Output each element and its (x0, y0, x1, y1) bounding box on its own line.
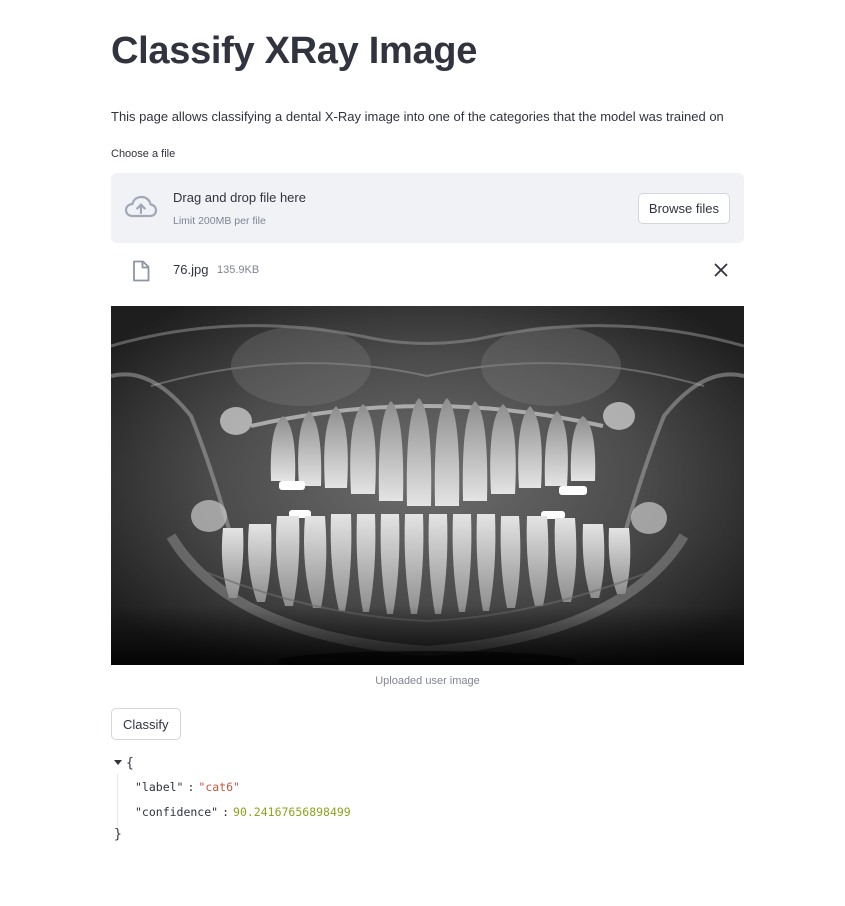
json-key-label: "label" (135, 780, 184, 794)
json-open-brace: { (126, 756, 134, 771)
uploaded-file-size: 135.9KB (217, 264, 260, 276)
json-colon: : (222, 805, 230, 819)
page-title: Classify XRay Image (111, 30, 478, 72)
json-indent-guide (117, 774, 118, 826)
collapse-toggle-icon[interactable] (114, 760, 122, 765)
json-close-brace: } (114, 827, 122, 842)
uploaded-xray-image (111, 306, 744, 665)
dropzone-limit: Limit 200MB per file (173, 215, 266, 227)
cloud-upload-icon (124, 195, 158, 218)
classify-button[interactable]: Classify (111, 708, 181, 740)
file-icon (133, 260, 150, 282)
json-value-label: "cat6" (198, 780, 240, 794)
json-value-confidence: 90.24167656898499 (233, 805, 351, 819)
file-dropzone[interactable]: Drag and drop file here Limit 200MB per … (111, 173, 744, 243)
json-colon: : (187, 780, 195, 794)
browse-files-button[interactable]: Browse files (637, 193, 730, 224)
uploaded-file-item: 76.jpg 135.9KB (111, 248, 744, 292)
dropzone-instructions: Drag and drop file here (173, 190, 306, 205)
json-row-label: "label": "cat6" (135, 780, 240, 794)
image-caption: Uploaded user image (375, 675, 480, 687)
json-key-confidence: "confidence" (135, 805, 219, 819)
file-uploader-label: Choose a file (111, 148, 176, 160)
json-row-confidence: "confidence":90.24167656898499 (135, 805, 351, 819)
page-description: This page allows classifying a dental X-… (111, 109, 724, 124)
close-icon[interactable] (712, 261, 730, 279)
uploaded-file-name: 76.jpg (173, 262, 209, 277)
